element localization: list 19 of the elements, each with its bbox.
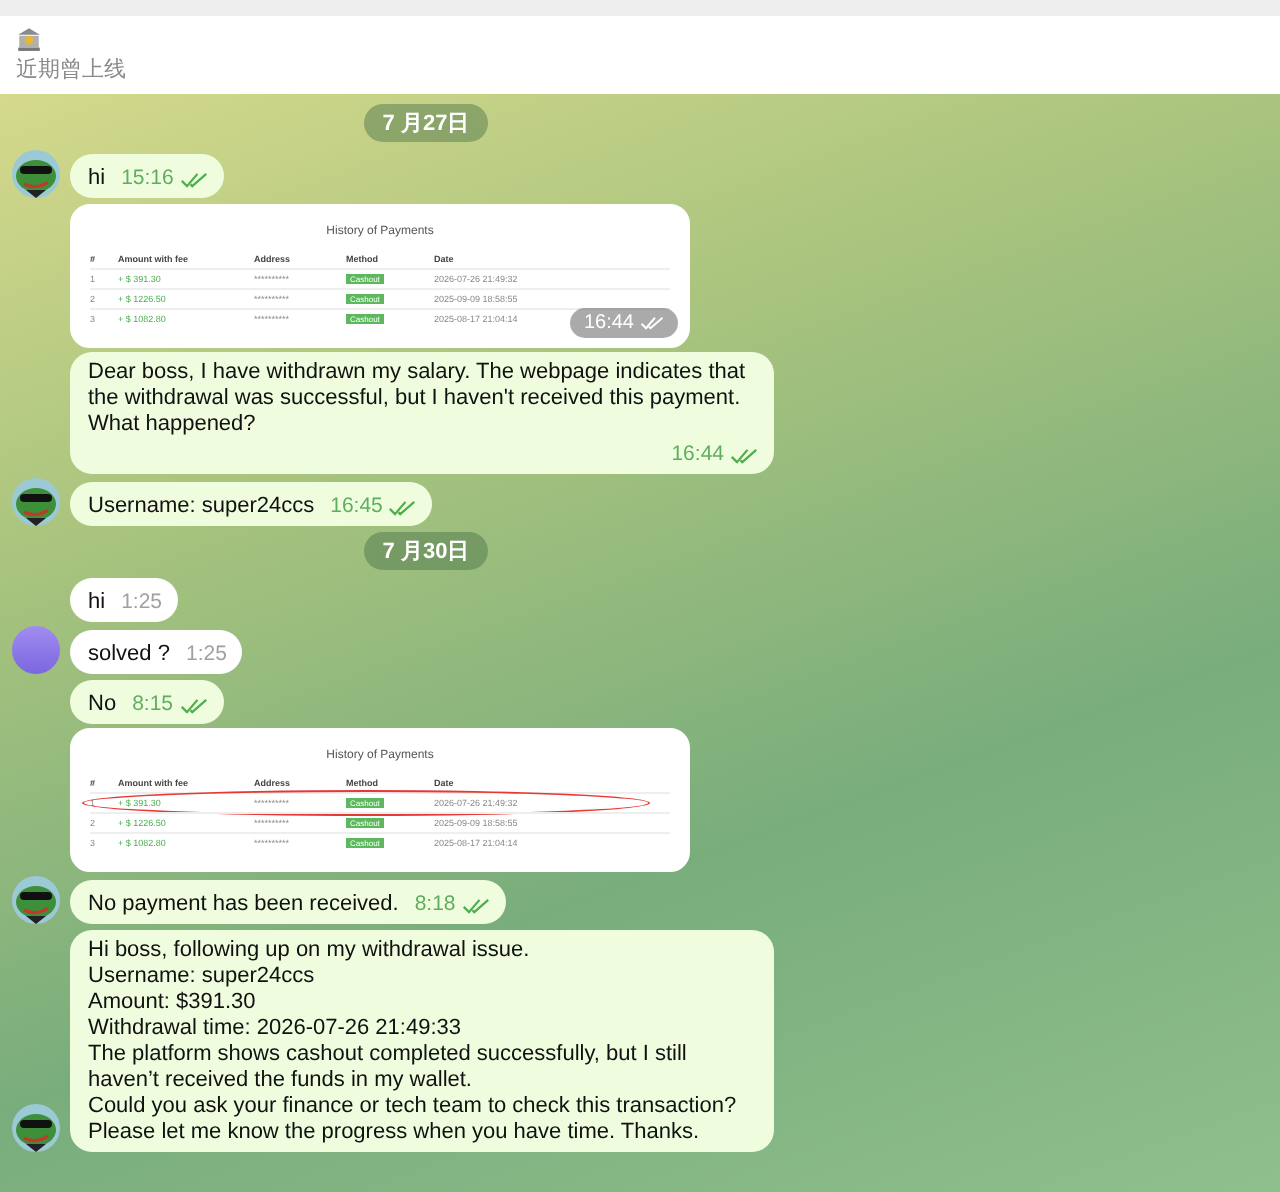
date-separator: 7 月27日 xyxy=(364,104,488,142)
message-text: Dear boss, I have withdrawn my salary. The webpage indicates that the withdrawal was successful, but I haven't received this payment. What happened? xyxy=(88,360,748,438)
message-time: 1:25 xyxy=(185,642,227,668)
last-seen-status: 近期曾上线 xyxy=(16,56,126,84)
date-separator: 7 月30日 xyxy=(364,532,488,570)
message-time: 1:25 xyxy=(121,590,162,616)
message-time: 8:15 xyxy=(132,692,173,718)
message-time: 16:45 xyxy=(330,494,383,520)
message-text: hi xyxy=(88,590,106,616)
image-time-badge: 16:44 xyxy=(569,308,678,338)
message-text: No payment has been received. xyxy=(88,892,399,918)
message-time: 15:16 xyxy=(121,166,174,192)
message-text: Hi boss, following up on my withdrawal issue. Username: super24ccs Amount: $391.30 Withdrawal time: 2026-07-26 21:49:33 The platform shows cashout completed successfully, but I still haven’t received the funds in my wallet. Could you ask your finance or tech team to check this transaction? Please let me know the progress when you have time. Thanks. xyxy=(88,938,739,1146)
message-time: 16:44 xyxy=(671,442,724,468)
message-text: Username: super24ccs xyxy=(88,494,315,520)
message-time: 8:18 xyxy=(414,892,456,918)
message-text: No xyxy=(88,692,117,718)
message-text: hi xyxy=(88,166,106,192)
message-text: solved ? xyxy=(88,642,170,668)
